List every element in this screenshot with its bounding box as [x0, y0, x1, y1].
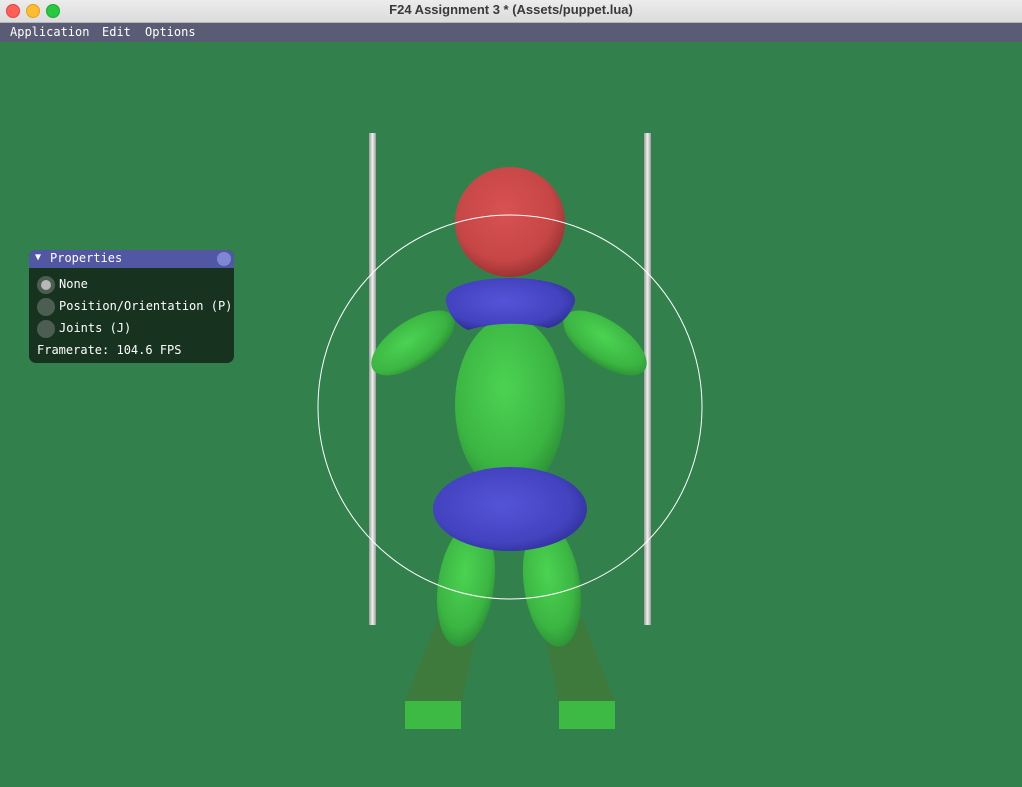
radio-button-icon[interactable]	[37, 298, 55, 316]
menu-options[interactable]: Options	[143, 25, 198, 39]
properties-panel-header[interactable]: ▼ Properties	[29, 250, 234, 268]
framerate-readout: Framerate: 104.6 FPS	[37, 343, 182, 357]
menu-application[interactable]: Application	[8, 25, 91, 39]
radio-button-icon[interactable]	[37, 276, 55, 294]
shoulders	[445, 278, 576, 330]
radio-label: Joints (J)	[59, 321, 132, 335]
window-titlebar: F24 Assignment 3 * (Assets/puppet.lua)	[0, 0, 1022, 23]
properties-panel-title: Properties	[50, 251, 123, 265]
menu-edit[interactable]: Edit	[100, 25, 133, 39]
torso	[455, 317, 565, 493]
window-title: F24 Assignment 3 * (Assets/puppet.lua)	[389, 2, 633, 17]
left-foot	[405, 701, 461, 729]
radio-label: None	[59, 277, 88, 291]
main-menu-bar: Application Edit Options	[0, 23, 1022, 42]
radio-button-icon[interactable]	[37, 320, 55, 338]
collapse-arrow-icon[interactable]: ▼	[35, 252, 41, 263]
right-foot	[559, 701, 615, 729]
properties-panel: ▼ Properties None Position/Orientation (…	[29, 250, 234, 363]
hips	[433, 467, 587, 551]
head	[455, 167, 565, 277]
radio-label: Position/Orientation (P)	[59, 299, 233, 313]
left-pillar	[369, 133, 376, 625]
right-pillar	[644, 133, 651, 625]
scene-viewport[interactable]	[0, 42, 1022, 787]
panel-close-icon[interactable]	[217, 252, 231, 266]
